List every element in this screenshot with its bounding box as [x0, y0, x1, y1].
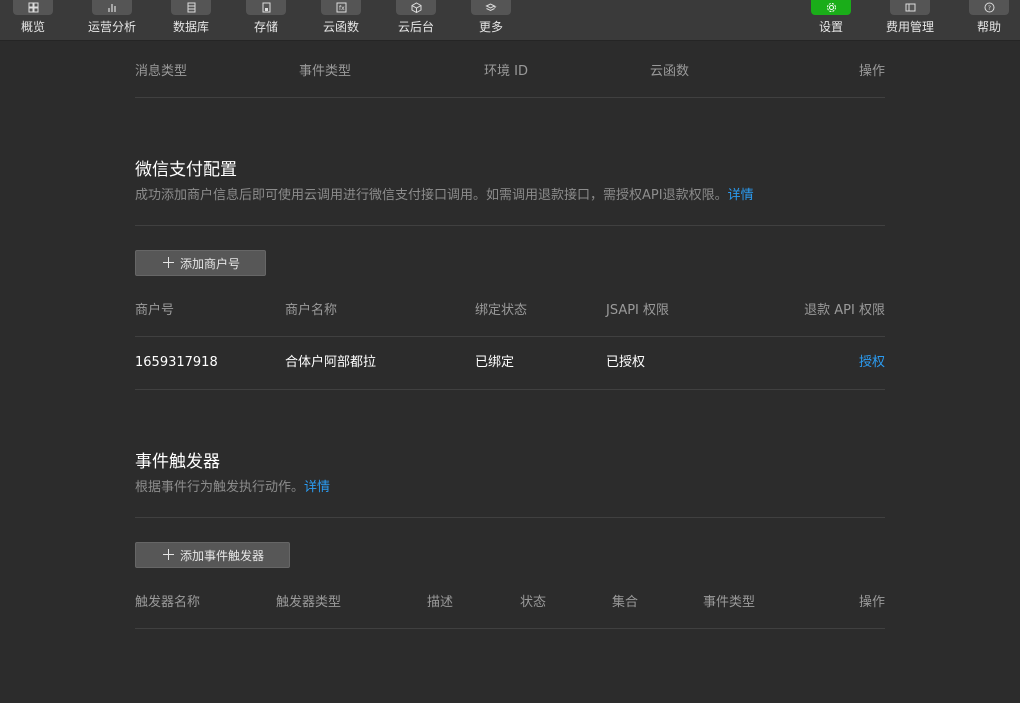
column-header-trigger-type: 触发器类型 — [276, 595, 342, 610]
wxpay-section-title: 微信支付配置 — [135, 160, 237, 180]
toolbar-item-more[interactable]: 更多 — [471, 0, 511, 41]
toolbar-label: 云函数 — [322, 20, 359, 34]
divider — [135, 225, 885, 226]
toolbar-label: 费用管理 — [886, 20, 935, 34]
bar-chart-icon — [92, 0, 132, 15]
column-header-collection: 集合 — [612, 595, 639, 610]
toolbar-label: 设置 — [818, 20, 843, 34]
triggers-section-description: 根据事件行为触发执行动作。详情 — [135, 480, 330, 496]
column-header-trigger-name: 触发器名称 — [135, 595, 201, 610]
toolbar-label: 运营分析 — [88, 20, 137, 34]
plus-icon — [163, 257, 174, 268]
toolbar-label: 数据库 — [172, 20, 209, 34]
toolbar-item-database[interactable]: 数据库 — [171, 0, 211, 41]
triggers-details-link[interactable]: 详情 — [304, 480, 330, 495]
storage-icon — [246, 0, 286, 15]
wxpay-section-description: 成功添加商户信息后即可使用云调用进行微信支付接口调用。如需调用退款接口，需授权A… — [135, 188, 754, 204]
table-row: 1659317918 合体户阿部都拉 已绑定 已授权 授权 — [135, 337, 885, 389]
dashboard-icon — [13, 0, 53, 15]
column-header-jsapi: JSAPI 权限 — [606, 303, 670, 318]
column-header-merchant-name: 商户名称 — [285, 303, 338, 318]
column-header-status: 状态 — [520, 595, 547, 610]
add-trigger-button-label: 添加事件触发器 — [180, 548, 265, 563]
column-header-refund-api: 退款 API 权限 — [804, 303, 885, 318]
plus-icon — [163, 549, 174, 560]
add-merchant-button-label: 添加商户号 — [180, 256, 241, 271]
triggers-desc-text: 根据事件行为触发执行动作。 — [135, 480, 305, 495]
merchant-name-cell: 合体户阿部都拉 — [285, 355, 377, 370]
add-trigger-button[interactable]: 添加事件触发器 — [135, 542, 290, 568]
svg-text:fx: fx — [339, 5, 345, 12]
column-header-cloud-function: 云函数 — [650, 64, 690, 79]
database-icon — [171, 0, 211, 15]
column-header-description: 描述 — [427, 595, 454, 610]
toolbar-label: 存储 — [253, 20, 278, 34]
column-header-action: 操作 — [858, 64, 885, 79]
merchant-id-cell: 1659317918 — [135, 355, 218, 370]
wxpay-details-link[interactable]: 详情 — [728, 188, 754, 203]
column-header-merchant-id: 商户号 — [135, 303, 175, 318]
toolbar-item-settings[interactable]: 设置 — [811, 0, 851, 41]
toolbar-label: 更多 — [478, 20, 503, 34]
toolbar-item-analytics[interactable]: 运营分析 — [88, 0, 136, 41]
divider — [135, 628, 885, 629]
toolbar-item-cloud-admin[interactable]: 云后台 — [396, 0, 436, 41]
bind-status-cell: 已绑定 — [475, 355, 515, 370]
toolbar-label: 云后台 — [397, 20, 434, 34]
wxpay-desc-text: 成功添加商户信息后即可使用云调用进行微信支付接口调用。如需调用退款接口，需授权A… — [135, 188, 728, 203]
column-header-event-type: 事件类型 — [703, 595, 756, 610]
toolbar-item-functions[interactable]: fx 云函数 — [321, 0, 361, 41]
top-toolbar: 概览 运营分析 数据库 存储 fx 云函数 云后台 更多 设置 费用管理 ? 帮… — [0, 0, 1020, 41]
column-header-bind-status: 绑定状态 — [475, 303, 528, 318]
toolbar-label: 帮助 — [976, 20, 1001, 34]
triggers-section-title: 事件触发器 — [135, 452, 220, 472]
jsapi-cell: 已授权 — [606, 355, 646, 370]
divider — [135, 97, 885, 98]
svg-text:?: ? — [987, 4, 990, 12]
billing-icon — [890, 0, 930, 15]
column-header-trigger-action: 操作 — [858, 595, 885, 610]
authorize-refund-link[interactable]: 授权 — [859, 355, 885, 371]
gear-icon — [811, 0, 851, 15]
divider — [135, 389, 885, 390]
column-header-event-type: 事件类型 — [299, 64, 352, 79]
divider — [135, 517, 885, 518]
toolbar-label: 概览 — [20, 20, 45, 34]
toolbar-item-storage[interactable]: 存储 — [246, 0, 286, 41]
column-header-message-type: 消息类型 — [135, 64, 188, 79]
cube-icon — [396, 0, 436, 15]
toolbar-item-overview[interactable]: 概览 — [13, 0, 53, 41]
layers-icon — [471, 0, 511, 15]
toolbar-item-billing[interactable]: 费用管理 — [886, 0, 934, 41]
function-icon: fx — [321, 0, 361, 15]
column-header-env-id: 环境 ID — [484, 64, 528, 79]
help-icon: ? — [969, 0, 1009, 15]
add-merchant-button[interactable]: 添加商户号 — [135, 250, 266, 276]
toolbar-item-help[interactable]: ? 帮助 — [969, 0, 1009, 41]
